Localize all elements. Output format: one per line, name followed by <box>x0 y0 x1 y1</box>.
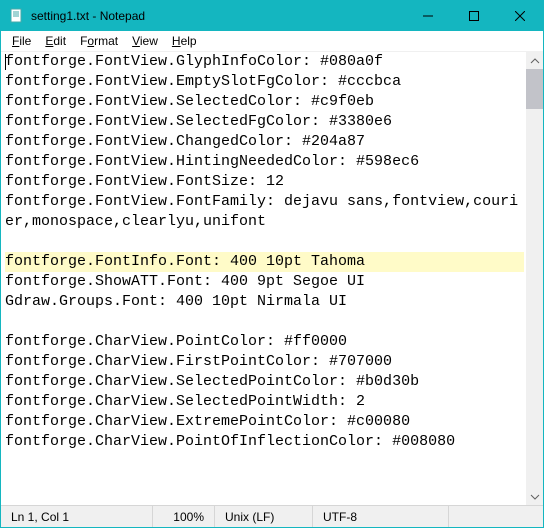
editor-line <box>5 312 524 332</box>
text-editor[interactable]: fontforge.FontView.GlyphInfoColor: #080a… <box>1 52 526 505</box>
editor-line: fontforge.CharView.PointColor: #ff0000 <box>5 332 524 352</box>
editor-line: fontforge.FontView.SelectedColor: #c9f0e… <box>5 92 524 112</box>
status-eol: Unix (LF) <box>215 506 313 527</box>
maximize-button[interactable] <box>451 1 497 31</box>
window-controls <box>405 1 543 31</box>
editor-line: fontforge.FontView.EmptySlotFgColor: #cc… <box>5 72 524 92</box>
editor-line <box>5 232 524 252</box>
menu-edit[interactable]: Edit <box>38 33 73 49</box>
menu-bar: File Edit Format View Help <box>1 31 543 51</box>
editor-line: fontforge.CharView.SelectedPointColor: #… <box>5 372 524 392</box>
scroll-thumb[interactable] <box>526 69 543 109</box>
title-bar: setting1.txt - Notepad <box>1 1 543 31</box>
editor-line: fontforge.FontView.ChangedColor: #204a87 <box>5 132 524 152</box>
status-bar: Ln 1, Col 1 100% Unix (LF) UTF-8 <box>1 505 543 527</box>
editor-line: fontforge.FontView.GlyphInfoColor: #080a… <box>5 52 524 72</box>
notepad-icon <box>9 8 25 24</box>
vertical-scrollbar[interactable] <box>526 52 543 505</box>
editor-line: fontforge.FontView.FontSize: 12 <box>5 172 524 192</box>
editor-line: fontforge.FontView.HintingNeededColor: #… <box>5 152 524 172</box>
close-button[interactable] <box>497 1 543 31</box>
status-encoding: UTF-8 <box>313 506 449 527</box>
menu-file[interactable]: File <box>5 33 38 49</box>
editor-container: fontforge.FontView.GlyphInfoColor: #080a… <box>1 51 543 505</box>
editor-line: fontforge.CharView.FirstPointColor: #707… <box>5 352 524 372</box>
window-title: setting1.txt - Notepad <box>31 9 405 23</box>
editor-line: fontforge.CharView.ExtremePointColor: #c… <box>5 412 524 432</box>
editor-line: Gdraw.Groups.Font: 400 10pt Nirmala UI <box>5 292 524 312</box>
editor-line-highlighted: fontforge.FontInfo.Font: 400 10pt Tahoma <box>5 252 524 272</box>
text-caret <box>5 54 6 70</box>
minimize-button[interactable] <box>405 1 451 31</box>
editor-line: fontforge.CharView.SelectedPointWidth: 2 <box>5 392 524 412</box>
editor-line: fontforge.ShowATT.Font: 400 9pt Segoe UI <box>5 272 524 292</box>
menu-view[interactable]: View <box>125 33 165 49</box>
status-position: Ln 1, Col 1 <box>1 506 153 527</box>
status-zoom: 100% <box>153 506 215 527</box>
menu-format[interactable]: Format <box>73 33 125 49</box>
menu-help[interactable]: Help <box>165 33 204 49</box>
editor-line: fontforge.FontView.SelectedFgColor: #338… <box>5 112 524 132</box>
editor-line: fontforge.CharView.PointOfInflectionColo… <box>5 432 524 452</box>
scroll-up-arrow[interactable] <box>526 52 543 69</box>
scroll-down-arrow[interactable] <box>526 488 543 505</box>
editor-line: fontforge.FontView.FontFamily: dejavu sa… <box>5 192 524 232</box>
